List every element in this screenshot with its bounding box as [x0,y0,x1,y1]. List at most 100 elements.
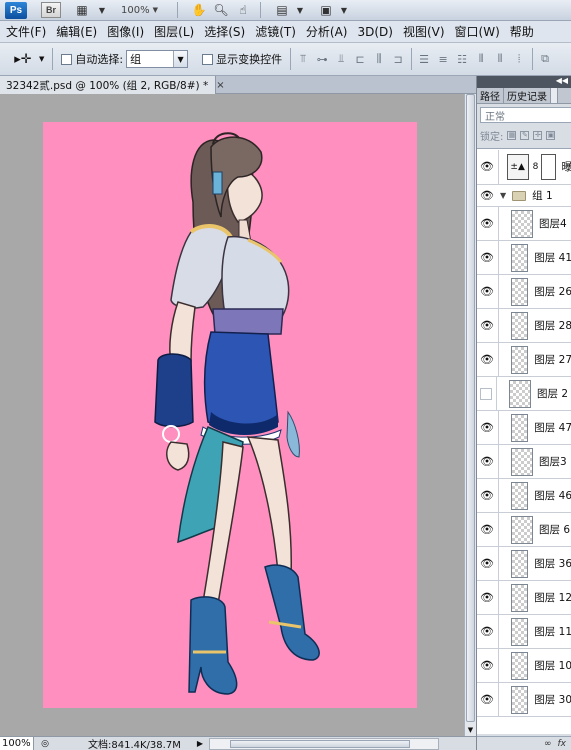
disclosure-triangle-icon[interactable]: ▼ [500,191,506,200]
eye-icon[interactable]: 👁︎ [480,625,494,639]
bridge-button[interactable]: Br [41,2,61,18]
blend-mode-select[interactable]: 正常 [480,107,571,123]
document-canvas[interactable] [43,122,417,708]
close-icon[interactable]: × [216,80,224,91]
hand-icon[interactable]: ✋ [190,2,208,18]
layer-row[interactable]: 👁︎ 图层 6 [477,512,571,547]
distribute-vcenter-icon[interactable]: ≡ [436,52,450,66]
auto-align-icon[interactable]: ⧉ [538,52,552,66]
lock-transparency-icon[interactable]: ▦ [507,130,517,140]
checkbox-box[interactable] [61,53,73,65]
layer-row[interactable]: 图层 2 [477,376,571,411]
eye-icon[interactable]: 👁︎ [480,251,494,265]
layer-row[interactable]: 👁︎ 图层 36 [477,546,571,581]
layer-mask-thumbnail[interactable] [541,153,556,180]
menu-analysis[interactable]: 分析(A) [300,23,352,40]
layer-row[interactable]: 👁︎ 图层 12 [477,580,571,615]
layer-row[interactable]: 👁︎ 图层 47 [477,410,571,445]
film-icon[interactable]: ▦ [73,2,91,18]
checkbox-box[interactable] [202,53,214,65]
layer-row[interactable]: 👁︎ 图层 46 [477,478,571,513]
align-hcenter-icon[interactable]: ⫼ [372,52,386,66]
lock-pixels-icon[interactable]: ✎ [520,130,530,140]
move-tool-icon[interactable]: ▸✛ [8,48,38,70]
zoom-input[interactable]: 100% [0,737,34,750]
layer-row[interactable]: 👁︎ 图层4 [477,206,571,241]
menu-select[interactable]: 选择(S) [198,23,249,40]
layer-row[interactable]: 👁︎ 图层 30 [477,682,571,717]
screen-mode-icon[interactable]: ▣ [317,2,335,18]
collapse-icon[interactable]: ◀◀ [556,76,568,85]
distribute-hcenter-icon[interactable]: ⫴ [493,52,507,66]
eye-icon[interactable]: 👁︎ [480,217,494,231]
eye-icon[interactable]: 👁︎ [480,353,494,367]
lock-all-icon[interactable]: ▣ [546,130,556,140]
eye-icon[interactable]: 👁︎ [480,319,494,333]
visibility-off-box[interactable] [480,387,492,400]
layer-row[interactable]: 👁︎ 图层 11 [477,614,571,649]
eye-icon[interactable]: 👁︎ [480,557,494,571]
tab-layers[interactable] [551,88,558,103]
menu-layer[interactable]: 图层(L) [148,23,198,40]
menu-edit[interactable]: 编辑(E) [50,23,101,40]
align-bottom-icon[interactable]: ⫫ [334,52,348,66]
menu-help[interactable]: 帮助 [504,23,538,40]
layer-row[interactable]: 👁︎ 图层 10 [477,648,571,683]
distribute-bottom-icon[interactable]: ☷ [455,52,469,66]
rotate-view-icon[interactable]: ☝ [234,2,252,18]
layer-row[interactable]: 👁︎ 图层 27 [477,342,571,377]
layer-row[interactable]: 👁︎ 图层3 [477,444,571,479]
layer-row[interactable]: 👁︎ 图层 28 [477,308,571,343]
align-top-icon[interactable]: ⫪ [296,52,310,66]
menu-image[interactable]: 图像(I) [101,23,148,40]
eye-icon[interactable]: 👁︎ [480,489,494,503]
auto-select-checkbox[interactable]: 自动选择: [61,51,123,67]
fx-icon[interactable]: fx [558,739,567,749]
chevron-down-icon[interactable]: ▼ [335,2,353,18]
scrollbar-thumb[interactable] [466,94,475,722]
eye-icon[interactable]: 👁︎ [480,591,494,605]
canvas-workspace[interactable] [0,94,464,736]
group-row[interactable]: 👁︎ ▼ 组 1 [477,185,571,207]
layer-row[interactable]: 👁︎ 图层 26 [477,274,571,309]
menu-3d[interactable]: 3D(D) [351,25,396,39]
eye-icon[interactable]: 👁︎ [480,523,494,537]
distribute-right-icon[interactable]: ⦙ [512,52,526,66]
tab-paths[interactable]: 路径 [477,88,504,103]
eye-icon[interactable]: 👁︎ [480,455,494,469]
vertical-scrollbar[interactable]: ▼ [464,94,476,736]
layer-row[interactable]: 👁︎ 图层 41 [477,240,571,275]
chevron-down-icon[interactable]: ▼ [93,2,111,18]
zoom-level-select[interactable]: 100% ▼ [121,2,169,18]
eye-icon[interactable]: 👁︎ [480,285,494,299]
link-layers-icon[interactable]: ∞ [544,739,552,749]
menu-view[interactable]: 视图(V) [397,23,449,40]
menu-file[interactable]: 文件(F) [0,23,50,40]
align-vcenter-icon[interactable]: ⊶ [315,52,329,66]
horizontal-scrollbar[interactable] [208,737,439,750]
align-left-icon[interactable]: ⊏ [353,52,367,66]
arrange-documents-icon[interactable]: ▤ [273,2,291,18]
menu-filter[interactable]: 滤镜(T) [249,23,300,40]
status-menu-arrow-icon[interactable]: ▶ [197,739,203,748]
eye-icon[interactable]: 👁︎ [480,693,494,707]
scrollbar-thumb[interactable] [229,739,410,748]
zoom-icon[interactable]: 🔍︎ [212,2,230,18]
document-tab[interactable]: 32342贰.psd @ 100% (组 2, RGB/8#) * × [0,76,225,94]
show-transform-checkbox[interactable]: 显示变换控件 [202,51,282,67]
align-right-icon[interactable]: ⊐ [391,52,405,66]
eye-icon[interactable]: 👁︎ [480,659,494,673]
eye-icon[interactable]: 👁︎ [480,421,494,435]
auto-select-dropdown[interactable]: 组 ▼ [126,50,189,68]
chevron-down-icon[interactable]: ▼ [39,55,44,63]
eye-icon[interactable]: 👁︎ [480,189,494,202]
menu-window[interactable]: 窗口(W) [449,23,504,40]
tab-history[interactable]: 历史记录 [504,88,551,103]
distribute-left-icon[interactable]: ⦀ [474,52,488,66]
lock-position-icon[interactable]: ✛ [533,130,543,140]
chevron-down-icon[interactable]: ▼ [291,2,309,18]
scroll-down-arrow-icon[interactable]: ▼ [465,724,476,736]
adjustment-layer-row[interactable]: 👁︎ ±▲ 8 曝 [477,149,571,185]
distribute-top-icon[interactable]: ☰ [417,52,431,66]
eye-icon[interactable]: 👁︎ [480,160,494,174]
